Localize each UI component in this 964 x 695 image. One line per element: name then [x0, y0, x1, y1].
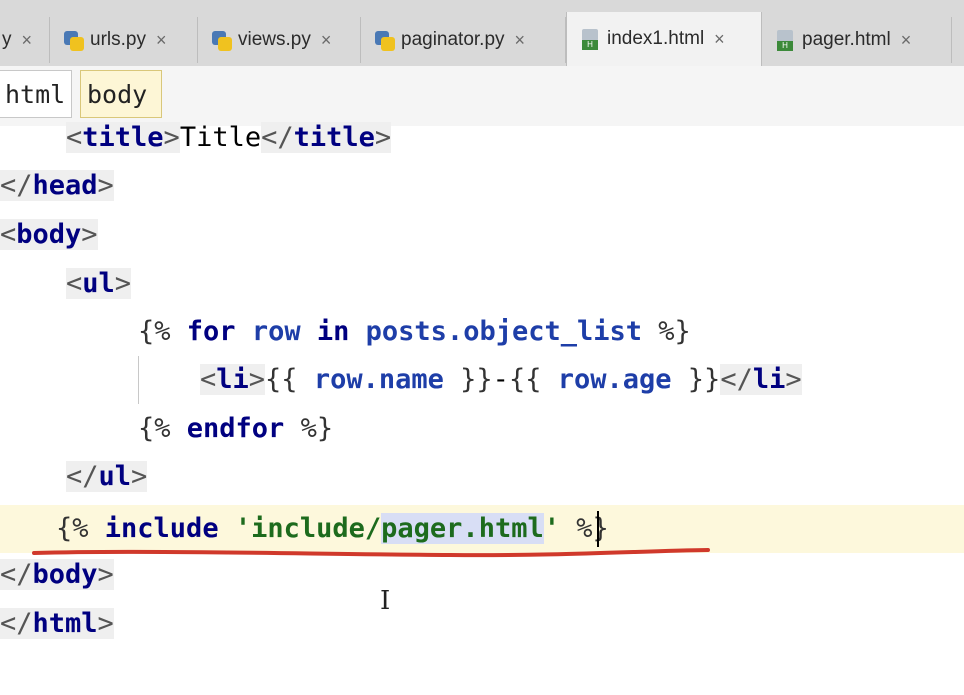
tab-views-py[interactable]: views.py × [198, 17, 361, 63]
tab-label: paginator.py [401, 29, 505, 50]
html-file-icon [579, 28, 601, 50]
tab-label: y [2, 29, 12, 50]
editor-tab-bar: y × urls.py × views.py × paginator.py × … [0, 0, 964, 67]
breadcrumb-item-html[interactable]: html [0, 70, 72, 118]
breadcrumb-item-body[interactable]: body [80, 70, 162, 118]
tab-label: urls.py [90, 29, 146, 50]
tab-pager-html[interactable]: pager.html × [762, 17, 952, 63]
close-icon[interactable]: × [22, 30, 33, 51]
code-editor[interactable]: <title>Title</title> </head> <body> <ul>… [0, 122, 964, 695]
close-icon[interactable]: × [901, 30, 912, 51]
html-file-icon [774, 29, 796, 51]
tab-index1-html[interactable]: index1.html × [566, 12, 762, 66]
python-file-icon [210, 29, 232, 51]
tab-label: index1.html [607, 28, 705, 49]
tab-paginator-py[interactable]: paginator.py × [361, 17, 566, 63]
tab-urls-py[interactable]: urls.py × [50, 17, 198, 63]
python-file-icon [62, 29, 84, 51]
tab-truncated[interactable]: y × [0, 17, 50, 63]
close-icon[interactable]: × [714, 29, 725, 50]
close-icon[interactable]: × [156, 30, 167, 51]
tab-label: pager.html [802, 29, 891, 50]
tab-label: views.py [238, 29, 311, 50]
close-icon[interactable]: × [515, 30, 526, 51]
close-icon[interactable]: × [321, 30, 332, 51]
red-annotation-underline [32, 548, 710, 558]
python-file-icon [373, 29, 395, 51]
